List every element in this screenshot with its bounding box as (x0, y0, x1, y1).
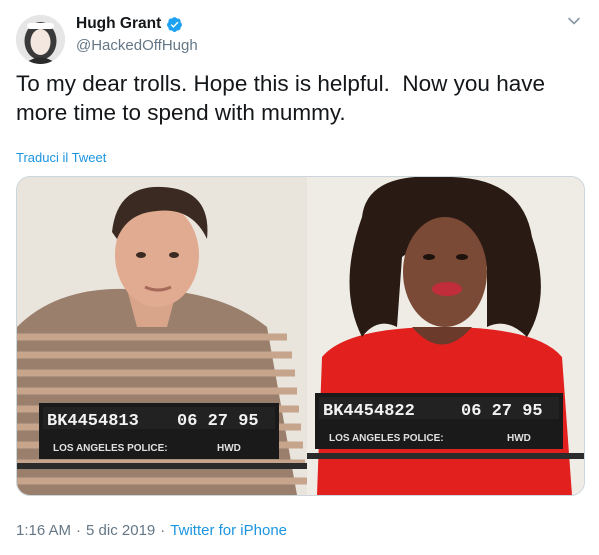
left-placard-date: 06 27 95 (177, 412, 259, 431)
tweet: Hugh Grant @HackedOffHugh To my dear tro… (0, 0, 599, 555)
right-placard-department: LOS ANGELES POLICE: (329, 433, 444, 444)
author-name-row: Hugh Grant (76, 15, 183, 33)
translate-tweet-link[interactable]: Traduci il Tweet (16, 150, 106, 165)
left-placard-number: BK4454813 (47, 412, 139, 431)
left-placard-division: HWD (217, 443, 241, 454)
tweet-date[interactable]: 5 dic 2019 (86, 522, 155, 539)
left-placard-department: LOS ANGELES POLICE: (53, 443, 168, 454)
tweet-source-link[interactable]: Twitter for iPhone (170, 522, 287, 539)
tweet-meta: 1:16 AM · 5 dic 2019 · Twitter for iPhon… (16, 522, 287, 539)
right-placard-date: 06 27 95 (461, 402, 543, 421)
meta-separator: · (160, 522, 166, 539)
author-handle[interactable]: @HackedOffHugh (76, 37, 198, 54)
tweet-text: To my dear trolls. Hope this is helpful.… (16, 71, 552, 125)
tweet-media-image[interactable]: BK4454813 06 27 95 LOS ANGELES POLICE: H… (16, 176, 585, 496)
right-placard-number: BK4454822 (323, 402, 415, 421)
verified-badge-icon (166, 16, 183, 33)
display-name[interactable]: Hugh Grant (76, 15, 161, 33)
tweet-time[interactable]: 1:16 AM (16, 522, 71, 539)
meta-separator: · (76, 522, 82, 539)
right-placard-division: HWD (507, 433, 531, 444)
chevron-down-icon[interactable] (567, 14, 581, 28)
avatar[interactable] (16, 15, 65, 64)
